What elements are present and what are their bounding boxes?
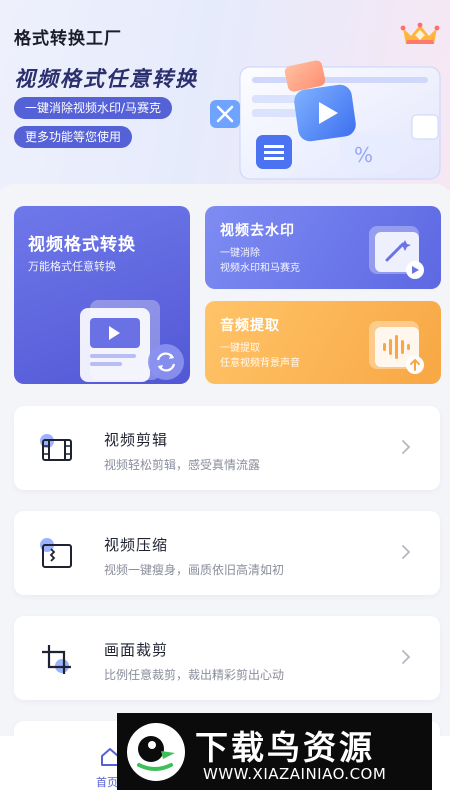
card-subtitle-line: 视频水印和马赛克 [220,263,300,274]
compress-icon [40,538,72,568]
tool-subtitle: 视频轻松剪辑，感受真情流露 [104,458,261,472]
watermark-url: WWW.XIAZAINIAO.COM [203,765,387,783]
audio-wave-icon [369,321,424,374]
banner-headline: 视频格式任意转换 [14,67,198,91]
card-subtitle-line: 任意视频背景声音 [220,358,300,369]
card-audio-extract[interactable]: 音频提取 一键提取 任意视频背景声音 [205,301,441,384]
card-title: 视频去水印 [220,223,295,239]
banner-illustration: % [210,60,441,180]
svg-text:%: % [354,143,373,167]
site-watermark: 下载鸟资源 WWW.XIAZAINIAO.COM [117,713,432,790]
card-subtitle: 一键提取 任意视频背景声音 [220,341,350,371]
chevron-right-icon [402,545,411,559]
chevron-right-icon [402,440,411,454]
chevron-right-icon [402,650,411,664]
banner-tag-more: 更多功能等您使用 [14,126,133,148]
tool-video-edit[interactable]: 视频剪辑 视频轻松剪辑，感受真情流露 [14,406,440,490]
tool-crop[interactable]: 画面裁剪 比例任意裁剪，裁出精彩剪出心动 [14,616,440,700]
tool-subtitle: 视频一键瘦身，画质依旧高清如初 [104,563,285,577]
card-subtitle-line: 一键消除 [220,248,260,259]
card-title: 视频格式转换 [28,235,136,255]
magic-wand-icon [369,226,424,279]
tool-video-compress[interactable]: 视频压缩 视频一键瘦身，画质依旧高清如初 [14,511,440,595]
tool-subtitle: 比例任意裁剪，裁出精彩剪出心动 [104,668,285,682]
crop-icon [42,645,71,674]
banner-tag-watermark: 一键消除视频水印/马赛克 [14,97,173,119]
card-subtitle: 万能格式任意转换 [28,260,116,273]
watermark-brand: 下载鸟资源 [195,728,375,767]
bird-logo-icon [127,723,185,781]
tool-title: 视频压缩 [104,536,169,554]
card-title: 音频提取 [220,318,280,334]
card-video-format-convert[interactable]: 视频格式转换 万能格式任意转换 [14,206,190,384]
card-remove-watermark[interactable]: 视频去水印 一键消除 视频水印和马赛克 [205,206,441,289]
tool-title: 画面裁剪 [104,641,169,659]
film-strip-icon [40,434,72,461]
tool-title: 视频剪辑 [104,431,169,449]
video-document-icon [80,300,184,382]
header-banner[interactable]: 格式转换工厂 视频格式任意转换 一键消除视频水印/马赛克 更多功能等您使用 % [0,0,450,190]
nav-home-label: 首页 [96,776,118,789]
card-subtitle: 一键消除 视频水印和马赛克 [220,246,350,276]
card-subtitle-line: 一键提取 [220,343,260,354]
crown-icon[interactable] [400,22,440,46]
app-title: 格式转换工厂 [14,29,122,49]
